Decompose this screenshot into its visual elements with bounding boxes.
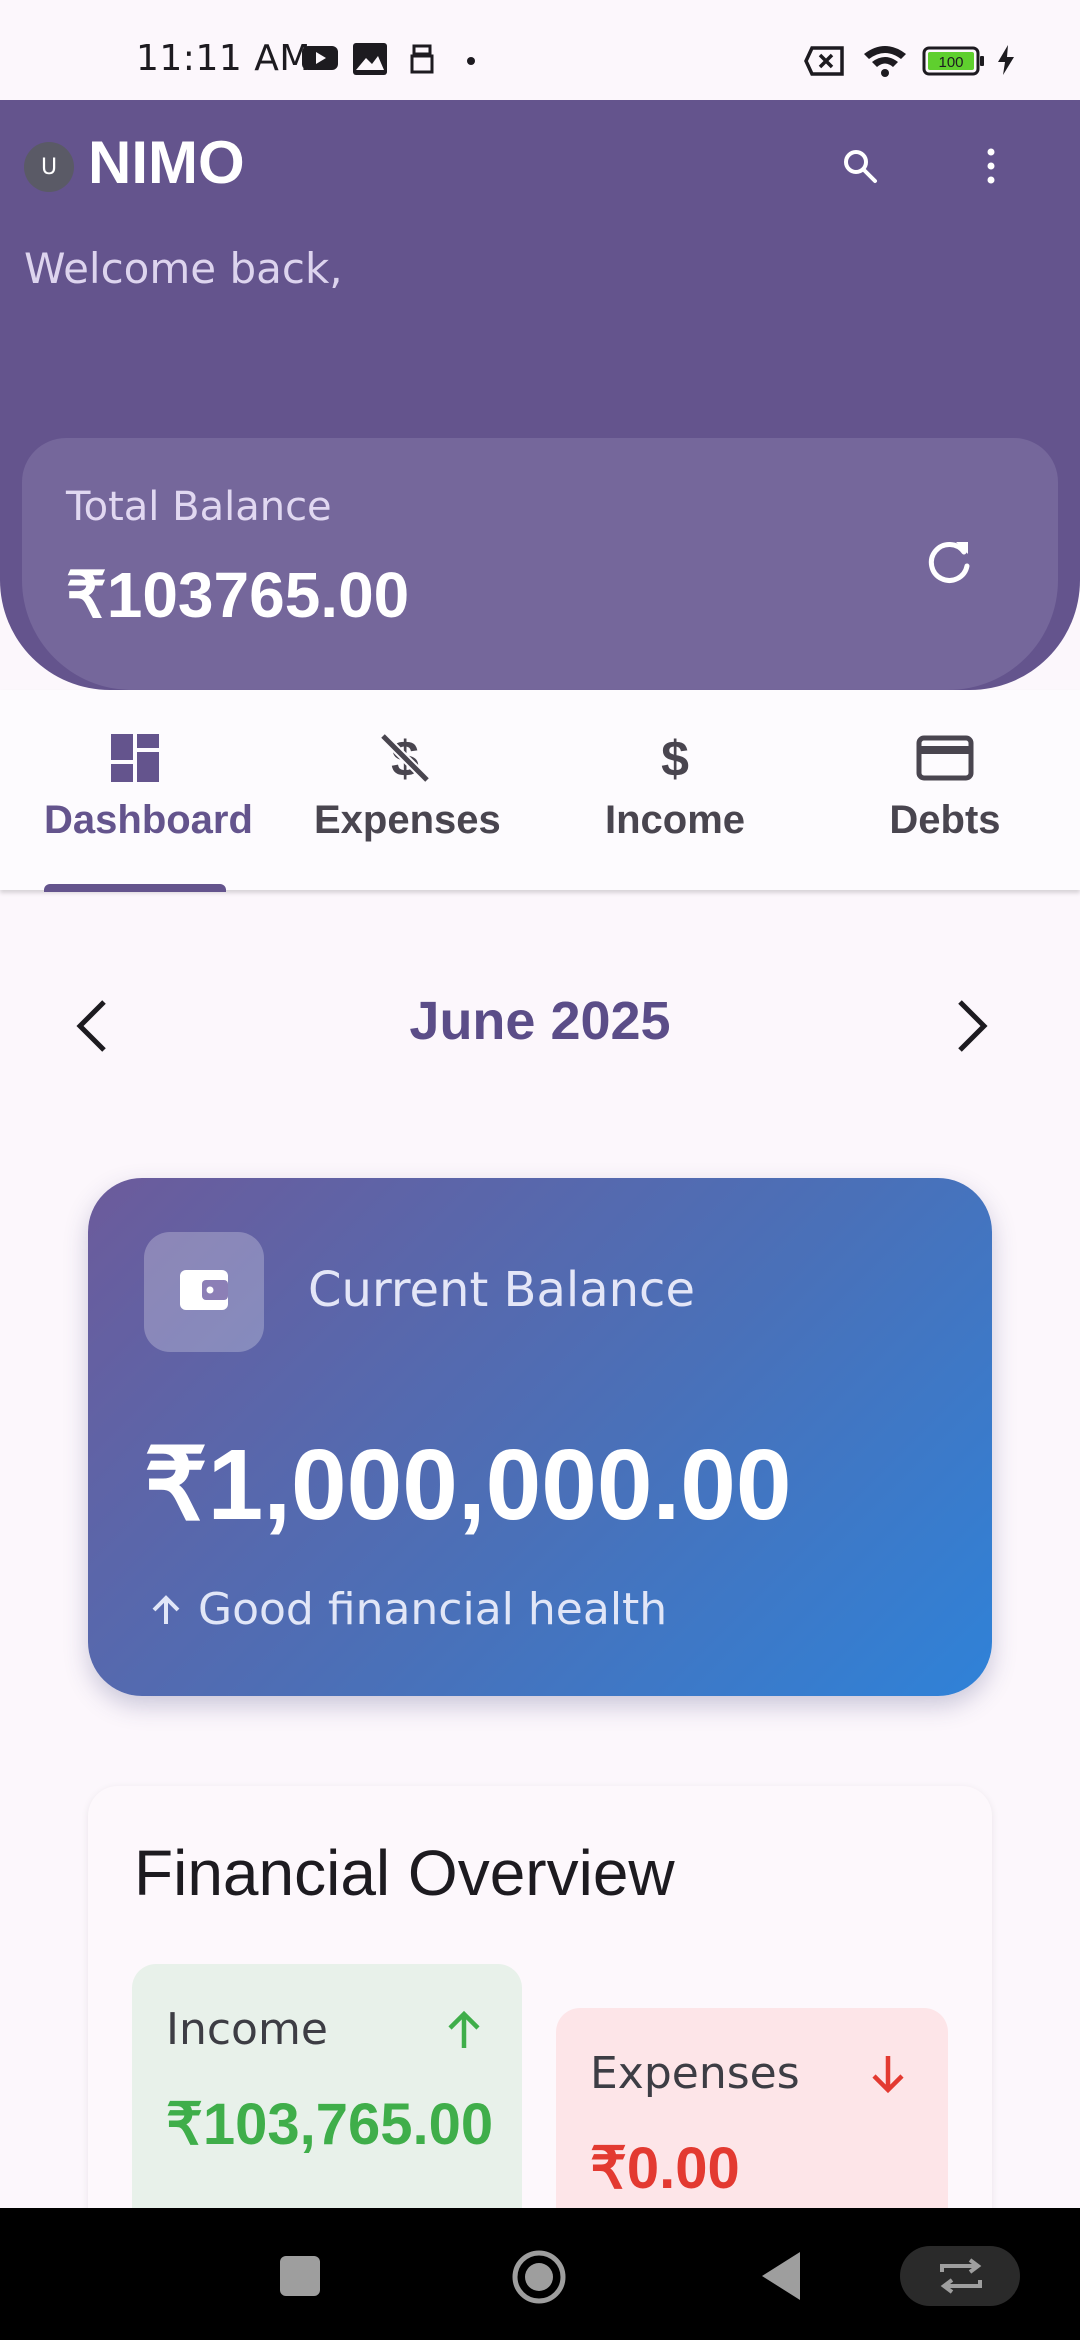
expenses-label: Expenses — [590, 2048, 800, 2099]
sim-icon — [410, 44, 434, 74]
income-label: Income — [166, 2004, 328, 2055]
screen: 11:11 AM 100 U NIMO Welcome back, Total … — [0, 0, 1080, 2340]
tab-income[interactable]: $ Income — [540, 690, 810, 890]
home-button[interactable] — [510, 2248, 568, 2306]
tab-label-expenses: Expenses — [314, 798, 501, 842]
current-balance-label: Current Balance — [308, 1262, 695, 1318]
tab-dashboard[interactable]: Dashboard — [0, 690, 270, 890]
status-time: 11:11 AM — [136, 38, 311, 79]
welcome-text: Welcome back, — [24, 244, 343, 293]
income-value: ₹103,765.00 — [166, 2092, 494, 2157]
image-icon — [353, 43, 387, 75]
rotate-icon — [940, 2258, 982, 2294]
tab-debts[interactable]: Debts — [810, 690, 1080, 890]
youtube-icon — [302, 46, 338, 70]
svg-text:100: 100 — [938, 54, 963, 71]
recents-button[interactable] — [280, 2256, 320, 2296]
arrow-up-icon — [448, 2010, 480, 2048]
active-tab-indicator — [44, 884, 226, 892]
wifi-icon — [864, 46, 906, 77]
tab-label-debts: Debts — [889, 798, 1001, 842]
total-balance-value: ₹103765.00 — [66, 559, 410, 631]
tab-bar: Dashboard $ Expenses $ Income Debts — [0, 690, 1080, 890]
status-bar: 11:11 AM 100 — [0, 0, 1080, 100]
refresh-icon[interactable] — [922, 536, 976, 590]
credit-card-icon — [916, 735, 974, 781]
arrow-up-icon — [152, 1595, 180, 1624]
expenses-value: ₹0.00 — [590, 2136, 740, 2201]
wallet-icon — [180, 1270, 228, 1310]
search-icon[interactable] — [840, 146, 880, 186]
tab-label-income: Income — [604, 798, 746, 842]
tab-expenses[interactable]: $ Expenses — [270, 690, 540, 890]
svg-text:$: $ — [661, 731, 689, 787]
avatar[interactable]: U — [24, 142, 74, 192]
notification-dot-icon — [467, 57, 475, 65]
arrow-down-icon — [872, 2056, 904, 2094]
more-options-icon[interactable] — [976, 146, 1006, 186]
battery-icon: 100 — [922, 46, 984, 76]
dashboard-icon — [111, 734, 159, 782]
financial-overview-title: Financial Overview — [134, 1837, 675, 1909]
financial-health-text: Good financial health — [198, 1584, 668, 1635]
charging-icon — [998, 45, 1014, 75]
total-balance-label: Total Balance — [66, 484, 332, 530]
current-balance-value: ₹1,000,000.00 — [144, 1429, 792, 1541]
money-off-icon: $ — [379, 731, 431, 787]
month-label: June 2025 — [409, 991, 671, 1051]
no-data-icon — [804, 46, 844, 76]
tab-label-dashboard: Dashboard — [44, 798, 253, 842]
dollar-icon: $ — [661, 731, 689, 787]
app-title: NIMO — [88, 129, 245, 196]
back-button[interactable] — [758, 2248, 804, 2304]
chevron-right-icon[interactable] — [950, 996, 994, 1056]
